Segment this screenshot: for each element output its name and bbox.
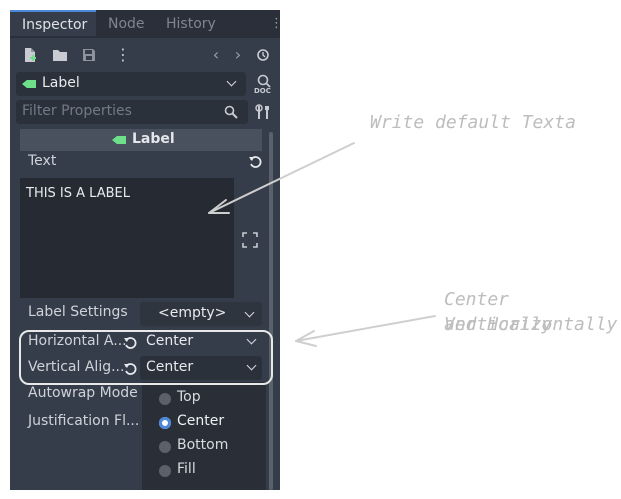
arrow-to-text — [208, 142, 355, 214]
annotation-arrows — [208, 142, 436, 347]
arrow-to-alignment — [295, 315, 436, 342]
